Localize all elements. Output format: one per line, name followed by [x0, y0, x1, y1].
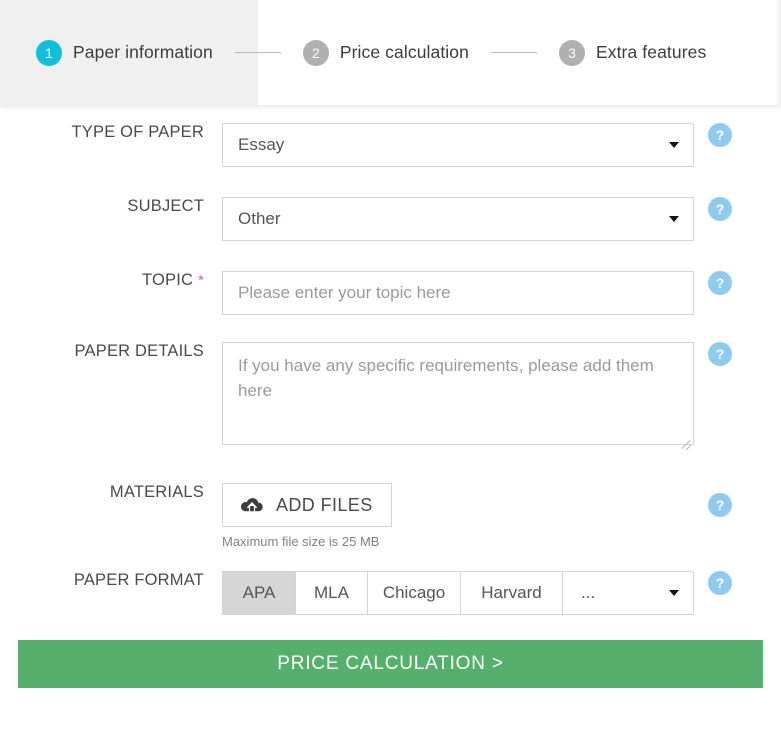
progress-stepper: 1 Paper information 2 Price calculation … — [0, 0, 781, 105]
chevron-down-icon — [669, 142, 679, 148]
type-of-paper-select[interactable]: Essay — [222, 123, 694, 167]
paper-details-textarea[interactable] — [222, 342, 694, 445]
paper-format-more-dropdown[interactable]: ... — [563, 572, 693, 614]
help-icon-type-of-paper[interactable]: ? — [708, 123, 732, 147]
field-row-topic: TOPIC * ? — [0, 271, 781, 315]
header-right-shadow — [775, 0, 781, 105]
label-type-of-paper: TYPE OF PAPER — [71, 123, 204, 141]
field-row-paper-format: PAPER FORMAT APA MLA Chicago Harvard ...… — [0, 571, 781, 615]
price-calculation-button[interactable]: PRICE CALCULATION > — [18, 640, 763, 688]
help-icon-subject[interactable]: ? — [708, 197, 732, 221]
stepper-item-paper-information[interactable]: 1 Paper information — [36, 39, 213, 66]
stepper-item-price-calculation[interactable]: 2 Price calculation — [302, 39, 469, 66]
label-topic: TOPIC * — [0, 271, 222, 290]
subject-value: Other — [238, 209, 281, 228]
label-subject: SUBJECT — [127, 197, 204, 215]
help-icon-paper-details[interactable]: ? — [708, 342, 732, 366]
step-number-badge-2: 2 — [302, 39, 329, 66]
submit-area: PRICE CALCULATION > — [0, 640, 781, 688]
field-row-materials: MATERIALS ADD FILES Maximum file size is… — [0, 483, 781, 549]
stepper-item-extra-features[interactable]: 3 Extra features — [558, 39, 707, 66]
paper-format-more-label: ... — [581, 583, 596, 602]
step-connector-1 — [234, 52, 281, 53]
step-number-badge-3: 3 — [558, 39, 585, 66]
max-file-size-hint: Maximum file size is 25 MB — [222, 534, 380, 549]
subject-select[interactable]: Other — [222, 197, 694, 241]
help-icon-materials[interactable]: ? — [708, 493, 732, 517]
step-number-badge-1: 1 — [36, 39, 62, 66]
paper-format-option-apa[interactable]: APA — [223, 572, 296, 614]
order-form: TYPE OF PAPER Essay ? SUBJECT Other ? TO… — [0, 105, 781, 688]
topic-input[interactable] — [222, 271, 694, 315]
required-asterisk: * — [197, 272, 204, 289]
paper-format-segmented-control: APA MLA Chicago Harvard ... — [222, 571, 694, 615]
step-label-1: Paper information — [73, 42, 213, 62]
field-row-type-of-paper: TYPE OF PAPER Essay ? — [0, 123, 781, 167]
step-connector-2 — [490, 52, 537, 53]
label-materials: MATERIALS — [109, 483, 204, 501]
label-topic-text: TOPIC — [142, 271, 194, 289]
step-label-3: Extra features — [595, 42, 707, 62]
paper-format-option-chicago[interactable]: Chicago — [368, 572, 461, 614]
cloud-upload-icon — [241, 497, 263, 514]
paper-format-option-harvard[interactable]: Harvard — [461, 572, 563, 614]
chevron-down-icon — [669, 590, 679, 596]
step-label-2: Price calculation — [339, 42, 469, 62]
add-files-label: ADD FILES — [276, 494, 373, 515]
paper-format-option-mla[interactable]: MLA — [296, 572, 368, 614]
add-files-button[interactable]: ADD FILES — [222, 483, 392, 527]
chevron-down-icon — [669, 216, 679, 222]
label-paper-details: PAPER DETAILS — [74, 342, 204, 360]
type-of-paper-value: Essay — [238, 135, 285, 154]
help-icon-topic[interactable]: ? — [708, 271, 732, 295]
field-row-paper-details: PAPER DETAILS ? — [0, 342, 781, 450]
help-icon-paper-format[interactable]: ? — [708, 571, 732, 595]
field-row-subject: SUBJECT Other ? — [0, 197, 781, 241]
label-paper-format: PAPER FORMAT — [73, 571, 204, 589]
